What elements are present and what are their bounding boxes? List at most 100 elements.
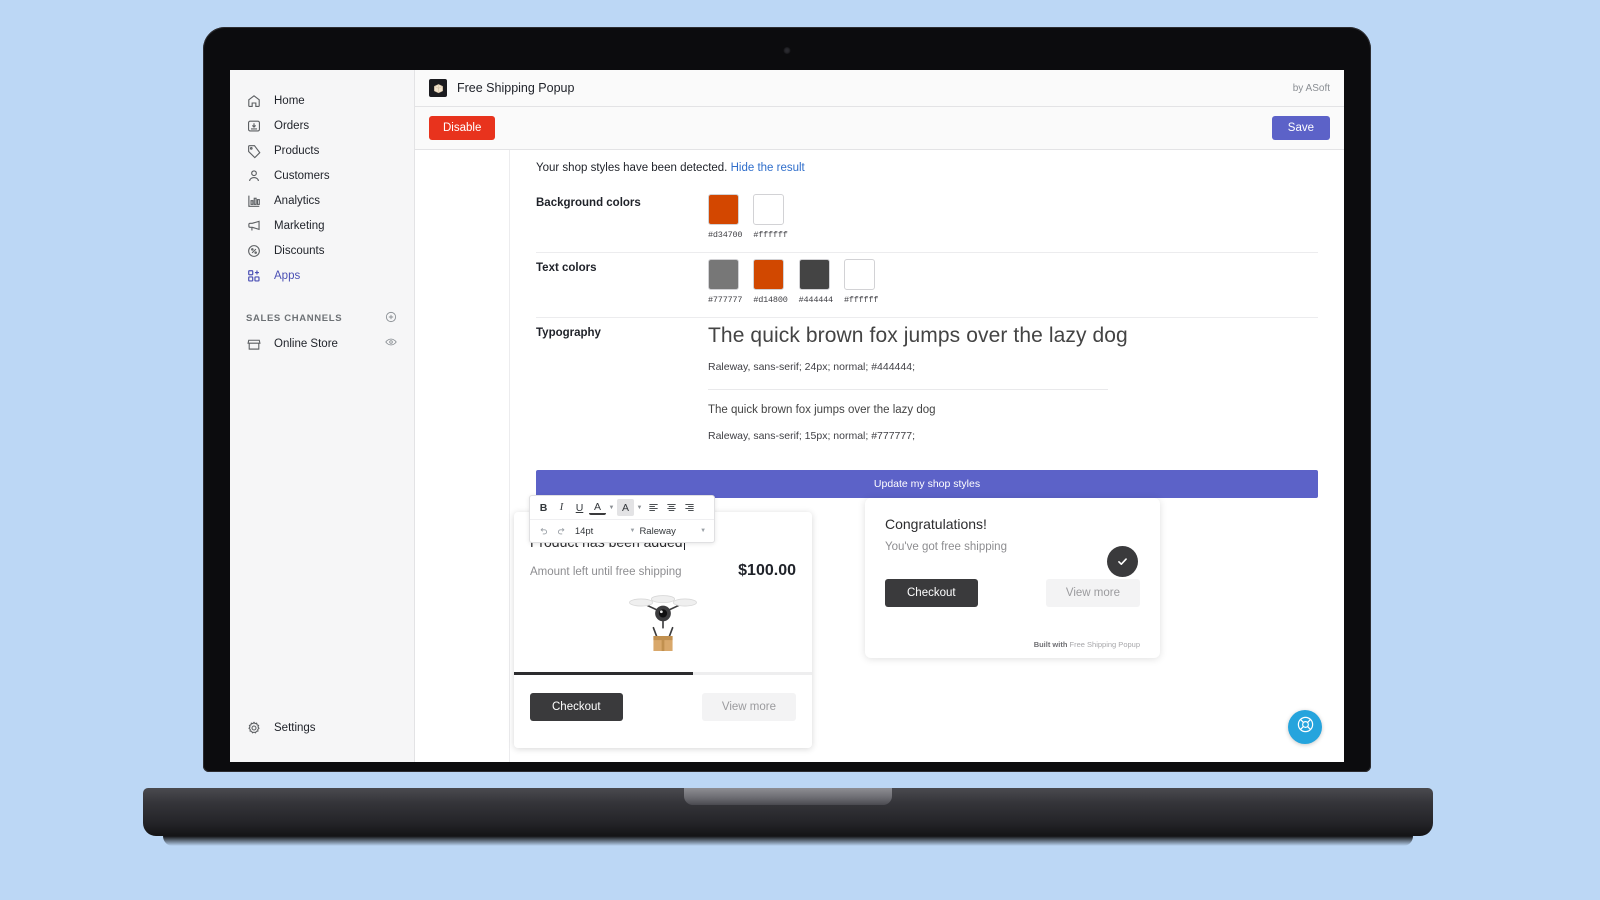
- discounts-icon: [246, 243, 262, 259]
- home-icon: [246, 93, 262, 109]
- typography-divider: [708, 389, 1108, 390]
- package-app-icon: [429, 79, 447, 97]
- amount-label: Amount left until free shipping: [530, 566, 682, 578]
- swatch-hex-label: #777777: [708, 295, 743, 305]
- sidebar-item-label: Settings: [274, 721, 316, 734]
- sidebar-item-settings[interactable]: Settings: [230, 715, 414, 740]
- swatch-chip[interactable]: [708, 259, 739, 290]
- background-colors-label: Background colors: [536, 197, 641, 209]
- color-swatch[interactable]: #ffffff: [843, 259, 879, 305]
- sidebar-item-home[interactable]: Home: [238, 88, 406, 113]
- webcam: [783, 47, 791, 54]
- popup-preview-editing: Product has been added Amount left until…: [514, 512, 812, 748]
- text-color-button[interactable]: A: [589, 500, 606, 515]
- text-swatch-group: #777777 #d14800 #444444 #ffffff: [708, 259, 878, 305]
- font-family-chevron-down-icon: ▼: [700, 528, 707, 534]
- detection-banner-text: Your shop styles have been detected.: [536, 162, 728, 174]
- laptop-lid: Home Orders Products Customers Analytics…: [203, 27, 1371, 772]
- color-swatch[interactable]: #777777: [708, 259, 743, 305]
- congrats-subtext: You've got free shipping: [885, 541, 1007, 553]
- hide-result-link[interactable]: Hide the result: [731, 162, 805, 174]
- typography-samples: The quick brown fox jumps over the lazy …: [708, 324, 1318, 442]
- sidebar-item-label: Orders: [274, 119, 310, 132]
- trackpad-notch: [684, 788, 892, 805]
- sidebar-item-label: Marketing: [274, 219, 325, 232]
- redo-button[interactable]: [553, 523, 570, 540]
- color-swatch[interactable]: #d34700: [708, 194, 743, 240]
- swatch-chip[interactable]: [843, 259, 875, 290]
- typography-label: Typography: [536, 327, 601, 339]
- toolbar-row-font: 14pt ▼ Raleway ▼: [530, 519, 714, 542]
- sidebar-item-orders[interactable]: Orders: [238, 113, 406, 138]
- disable-button[interactable]: Disable: [429, 116, 496, 140]
- sidebar-item-label: Online Store: [274, 337, 338, 350]
- align-center-button[interactable]: [663, 499, 680, 516]
- laptop-mockup: Home Orders Products Customers Analytics…: [0, 0, 1600, 900]
- eye-icon[interactable]: [384, 335, 398, 352]
- background-colors-row: Background colors #d34700 #ffffff: [536, 188, 1318, 253]
- lifebuoy-icon: [1296, 715, 1315, 739]
- italic-button[interactable]: I: [553, 499, 570, 516]
- sidebar-item-apps[interactable]: Apps: [238, 263, 406, 288]
- swatch-hex-label: #ffffff: [753, 230, 788, 240]
- sidebar-item-analytics[interactable]: Analytics: [238, 188, 406, 213]
- toolbar-row-format: B I U A ▼ A ▼: [530, 496, 714, 519]
- swatch-hex-label: #ffffff: [843, 295, 879, 305]
- text-colors-row: Text colors #777777 #d14800 #444444 #fff…: [536, 253, 1318, 318]
- help-bubble-button[interactable]: [1288, 710, 1322, 744]
- sidebar-item-label: Apps: [274, 269, 301, 282]
- check-circle-icon: [1107, 546, 1138, 577]
- typography-row: Typography The quick brown fox jumps ove…: [536, 318, 1318, 448]
- swatch-hex-label: #d14800: [753, 295, 788, 305]
- app-vendor: by ASoft: [1292, 82, 1330, 94]
- sidebar-item-label: Home: [274, 94, 305, 107]
- action-bar: Disable Save: [415, 107, 1344, 150]
- built-with-prefix: Built with: [1033, 640, 1068, 649]
- update-shop-styles-button[interactable]: Update my shop styles: [536, 470, 1318, 498]
- rich-text-toolbar: B I U A ▼ A ▼ 14pt ▼ Raleway ▼: [529, 495, 715, 543]
- color-swatch[interactable]: #ffffff: [753, 194, 788, 240]
- swatch-chip[interactable]: [753, 194, 785, 225]
- type-spec-large: Raleway, sans-serif; 24px; normal; #4444…: [708, 361, 915, 373]
- sidebar-item-online-store[interactable]: Online Store: [238, 331, 406, 356]
- type-sample-large: The quick brown fox jumps over the lazy …: [708, 324, 1128, 347]
- congrats-heading: Congratulations!: [885, 516, 987, 532]
- sidebar-item-discounts[interactable]: Discounts: [238, 238, 406, 263]
- checkout-button[interactable]: Checkout: [885, 579, 978, 607]
- view-more-button[interactable]: View more: [1045, 579, 1140, 607]
- font-size-select[interactable]: 14pt ▼: [575, 526, 639, 537]
- font-family-value: Raleway: [639, 525, 676, 537]
- font-family-select[interactable]: Raleway ▼: [639, 526, 709, 537]
- plus-circle-icon[interactable]: [384, 310, 398, 327]
- sidebar-item-marketing[interactable]: Marketing: [238, 213, 406, 238]
- sidebar-item-label: Customers: [274, 169, 330, 182]
- align-left-button[interactable]: [645, 499, 662, 516]
- swatch-hex-label: #d34700: [708, 230, 743, 240]
- popup-actions-editing: Checkout View more: [530, 675, 796, 721]
- swatch-chip[interactable]: [798, 259, 830, 290]
- products-icon: [246, 143, 262, 159]
- align-right-button[interactable]: [681, 499, 698, 516]
- color-swatch[interactable]: #444444: [798, 259, 834, 305]
- swatch-hex-label: #444444: [798, 295, 834, 305]
- save-button[interactable]: Save: [1271, 116, 1330, 140]
- popup-preview-success: Congratulations! You've got free shippin…: [865, 498, 1160, 658]
- swatch-chip[interactable]: [708, 194, 739, 225]
- underline-button[interactable]: U: [571, 499, 588, 516]
- text-color-chevron-down-icon[interactable]: ▼: [607, 505, 616, 511]
- type-spec-small: Raleway, sans-serif; 15px; normal; #7777…: [708, 430, 915, 442]
- color-swatch[interactable]: #d14800: [753, 259, 788, 305]
- highlight-color-chevron-down-icon[interactable]: ▼: [635, 505, 644, 511]
- checkout-button[interactable]: Checkout: [530, 693, 623, 721]
- text-colors-label: Text colors: [536, 262, 597, 274]
- built-with-credit: Built with Free Shipping Popup: [1034, 640, 1140, 649]
- sales-channels-title: SALES CHANNELS: [246, 313, 343, 324]
- swatch-chip[interactable]: [753, 259, 785, 290]
- sidebar-item-products[interactable]: Products: [238, 138, 406, 163]
- highlight-color-button[interactable]: A: [617, 499, 634, 516]
- view-more-button[interactable]: View more: [701, 693, 796, 721]
- sidebar-item-customers[interactable]: Customers: [238, 163, 406, 188]
- bold-button[interactable]: B: [535, 499, 552, 516]
- font-size-chevron-down-icon: ▼: [629, 528, 636, 534]
- undo-button[interactable]: [535, 523, 552, 540]
